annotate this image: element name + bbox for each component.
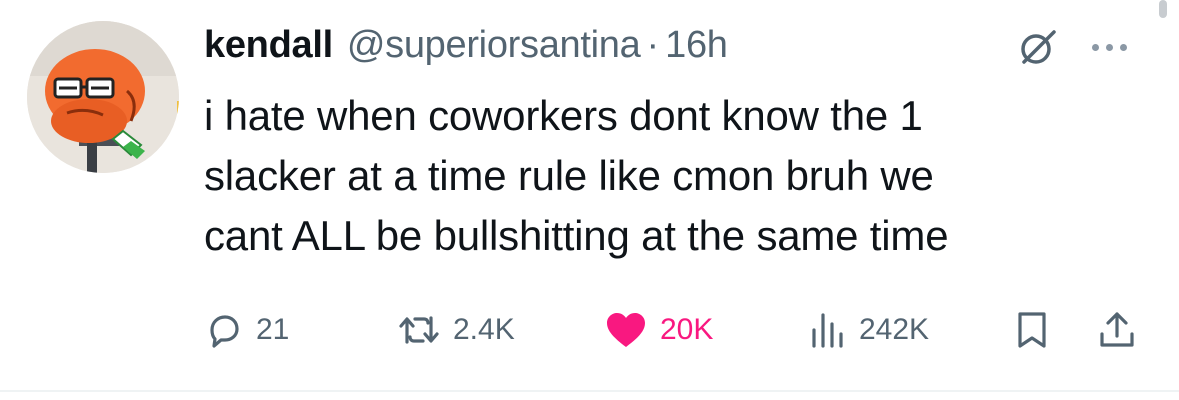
like-count: 20K [660, 313, 714, 346]
more-dot [1120, 43, 1127, 51]
share-icon [1100, 312, 1134, 347]
tweet-text-line: slacker at a time rule like cmon bruh we [204, 152, 934, 199]
more-icon[interactable] [1092, 36, 1140, 58]
views-count: 242K [859, 313, 930, 346]
share-button[interactable] [1097, 305, 1137, 355]
like-button[interactable]: 20K [604, 305, 713, 355]
reply-button[interactable]: 21 [204, 305, 289, 355]
author-handle[interactable]: @superiorsantina [347, 24, 641, 67]
views-icon [812, 313, 843, 348]
more-dot [1106, 43, 1113, 51]
tweet-text-line: cant ALL be bullshitting at the same tim… [204, 212, 949, 259]
views-button[interactable]: 242K [807, 305, 929, 355]
tweet-actions: 21 2.4K 20K 242K [204, 305, 1154, 355]
tweet-text-line: i hate when coworkers dont know the 1 [204, 92, 923, 139]
avatar[interactable] [27, 21, 179, 173]
grok-icon[interactable] [1018, 27, 1058, 67]
heart-icon [607, 313, 645, 347]
header-separator: · [646, 24, 660, 66]
more-dot [1092, 43, 1099, 51]
retweet-icon [399, 316, 439, 344]
tweet-header: kendall @superiorsantina · 16h [204, 24, 728, 74]
reply-count: 21 [256, 313, 290, 346]
avatar-image [27, 21, 179, 173]
reply-icon [210, 315, 239, 348]
divider [0, 390, 1179, 392]
timestamp[interactable]: 16h [665, 24, 728, 67]
scrollbar[interactable] [1159, 0, 1167, 18]
repost-count: 2.4K [453, 313, 515, 346]
bookmark-button[interactable] [1012, 305, 1052, 355]
bookmark-icon [1018, 312, 1046, 348]
author-name[interactable]: kendall [204, 24, 333, 67]
tweet-text: i hate when coworkers dont know the 1 sl… [204, 86, 1154, 266]
tweet-card[interactable]: kendall @superiorsantina · 16h i hate wh… [0, 0, 1179, 392]
repost-button[interactable]: 2.4K [397, 305, 515, 355]
